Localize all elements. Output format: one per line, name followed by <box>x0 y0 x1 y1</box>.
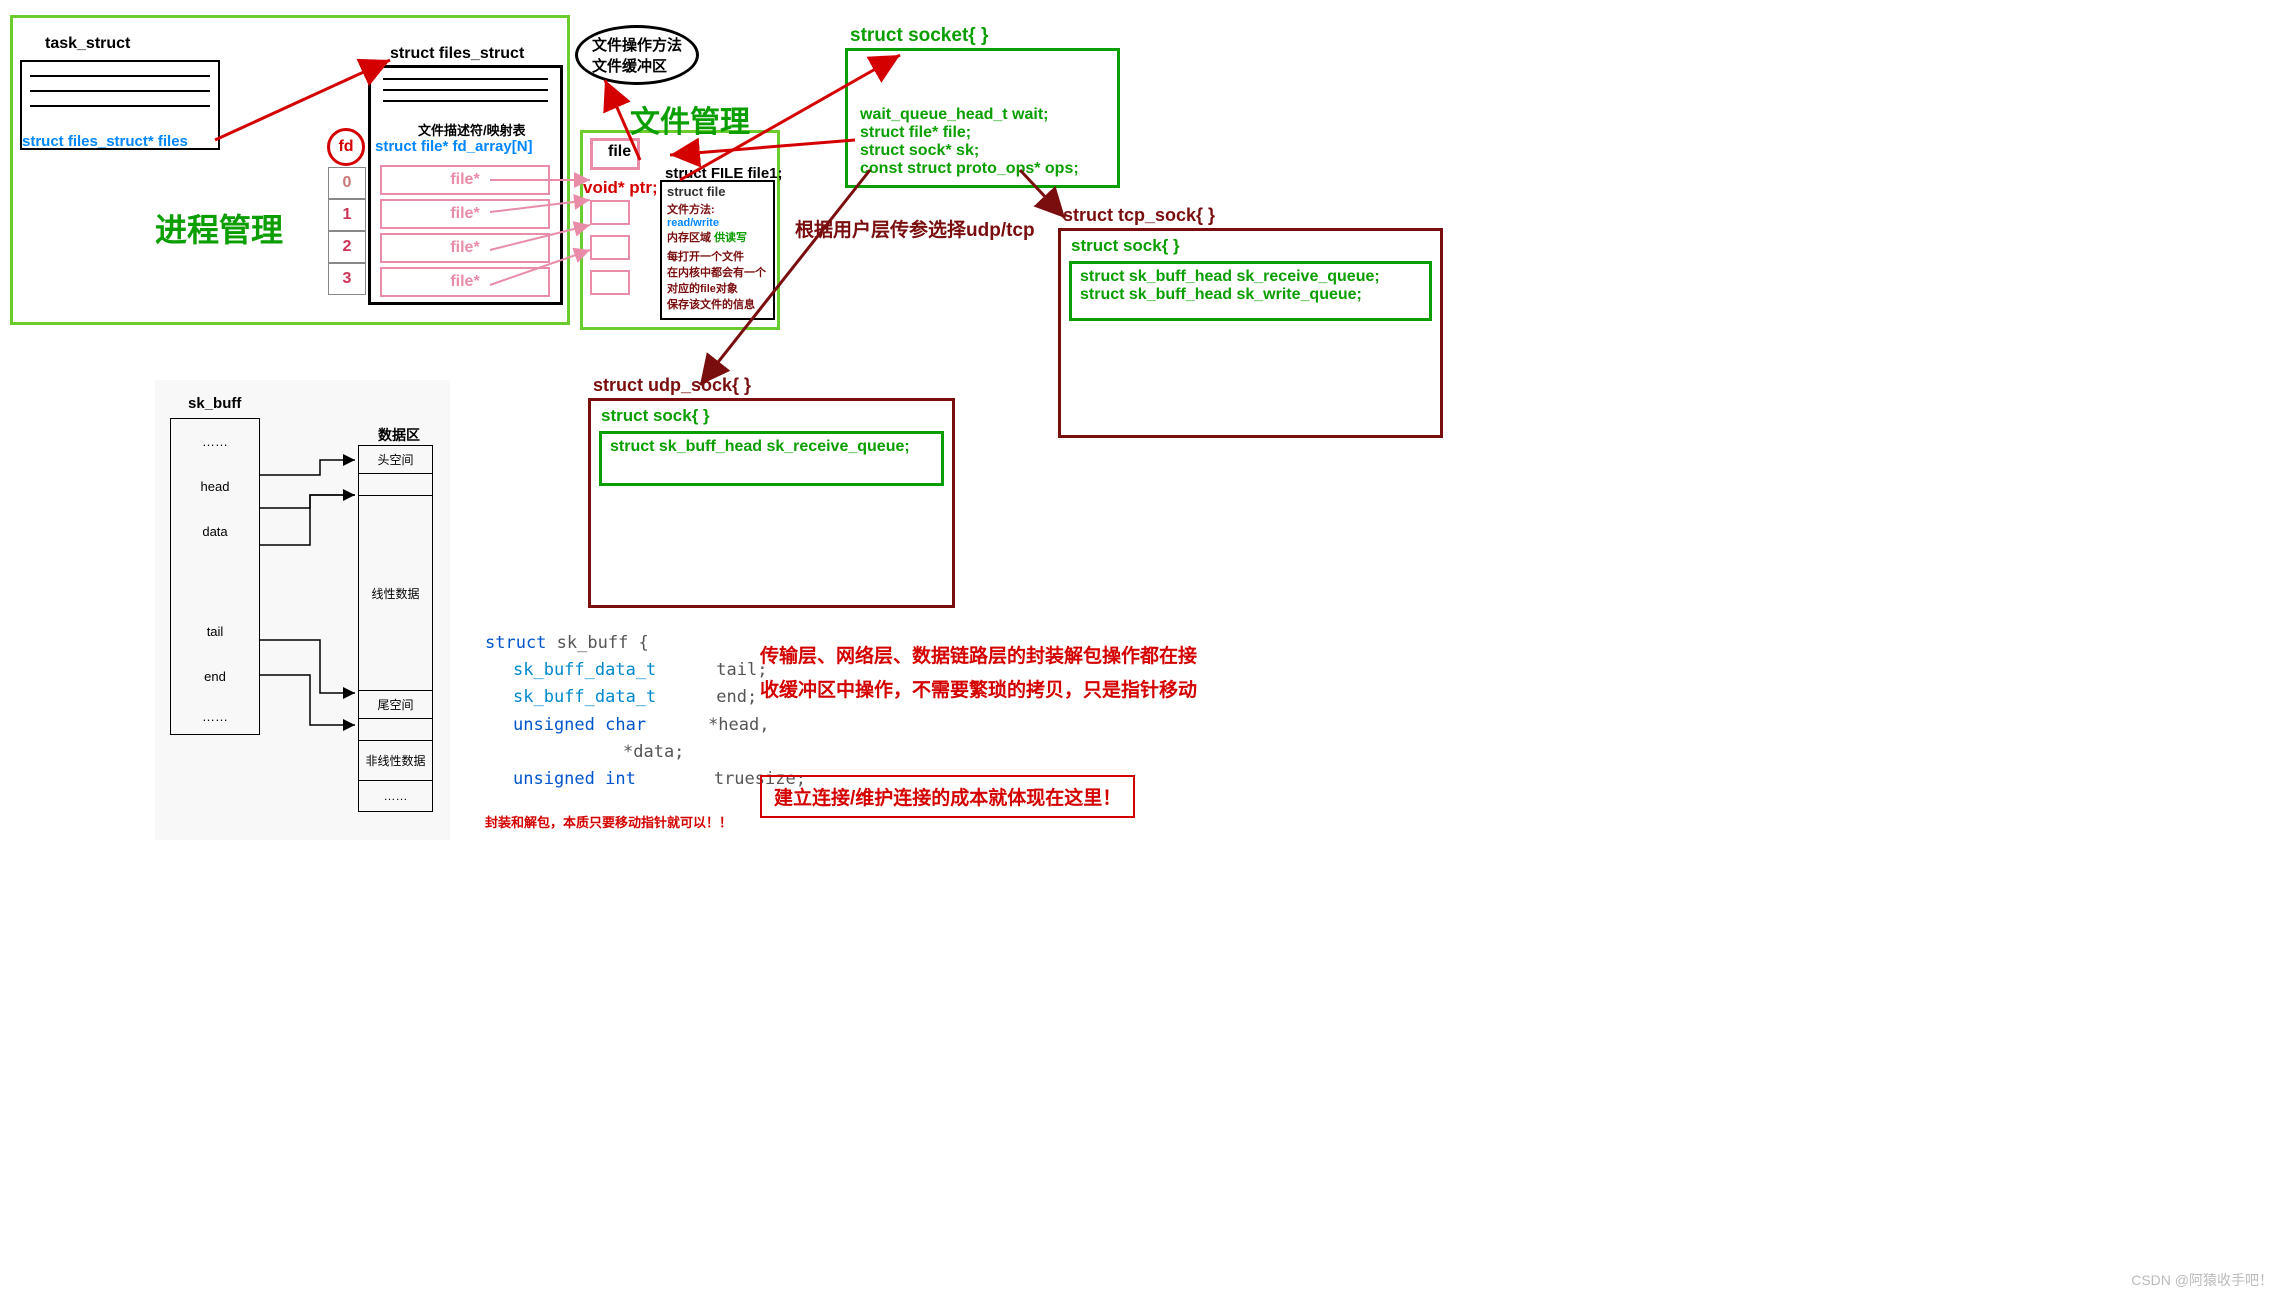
skbuff-row: …… <box>171 699 259 734</box>
bubble-oval: 文件操作方法 文件缓冲区 <box>575 25 699 85</box>
small-box-2 <box>590 235 630 260</box>
fd-0: 0 <box>343 174 352 192</box>
cost-note: 建立连接/维护连接的成本就体现在这里！ <box>774 788 1121 809</box>
linear-data: 线性数据 <box>359 496 432 691</box>
files-struct-ptr: struct files_struct* files <box>22 133 188 150</box>
skbuff-row-data: data <box>171 509 259 554</box>
files-struct-label: struct files_struct <box>390 45 524 63</box>
select-note: 根据用户层传参选择udp/tcp <box>795 215 1035 242</box>
file-ptr: file* <box>450 273 479 291</box>
layer-note: 传输层、网络层、数据链路层的封装解包操作都在接 收缓冲区中操作，不需要繁琐的拷贝… <box>760 640 1197 708</box>
task-struct-label: task_struct <box>45 35 130 53</box>
socket-l4: const struct proto_ops* ops; <box>860 160 1105 178</box>
skbuff-label: sk_buff <box>188 395 241 412</box>
info-l2: 在内核中都会有一个 <box>662 264 773 280</box>
methods-label: 文件方法: <box>667 204 715 216</box>
socket-l2: struct file* file; <box>860 124 1105 142</box>
fd-2: 2 <box>343 238 352 256</box>
tcp-l2: struct sk_buff_head sk_write_queue; <box>1080 286 1421 304</box>
udp-sock-label: struct sock{ } <box>591 401 952 431</box>
tcp-sock-label: struct sock{ } <box>1061 231 1440 261</box>
layer-note-l2: 收缓冲区中操作，不需要繁琐的拷贝，只是指针移动 <box>760 674 1197 708</box>
struct-file-label: struct file <box>662 182 773 201</box>
code-snippet: struct sk_buff { sk_buff_data_ttail; sk_… <box>485 630 806 793</box>
bubble-l1: 文件操作方法 <box>592 34 682 55</box>
socket-l3: struct sock* sk; <box>860 142 1105 160</box>
void-ptr: void* ptr; <box>583 178 658 198</box>
file-ptr: file* <box>450 171 479 189</box>
fd-numbers: 0 1 2 3 <box>328 167 366 295</box>
bubble-l2: 文件缓冲区 <box>592 55 682 76</box>
fd-3: 3 <box>343 270 352 288</box>
tcp-l1: struct sk_buff_head sk_receive_queue; <box>1080 268 1421 286</box>
skbuff-row-head: head <box>171 464 259 509</box>
udp-title: struct udp_sock{ } <box>593 375 751 396</box>
file-ptr-rows: file* file* file* file* <box>380 165 550 297</box>
fd-circle-icon: fd <box>327 128 365 166</box>
socket-title: struct socket{ } <box>850 25 988 47</box>
fd-1: 1 <box>343 206 352 224</box>
code-kw: struct <box>485 633 546 653</box>
data-area-title: 数据区 <box>378 425 420 445</box>
buffer-label: 内存区域 <box>667 232 711 244</box>
code-t: sk_buff { <box>546 633 648 653</box>
code-type: sk_buff_data_t <box>513 687 656 707</box>
skbuff-row-tail: tail <box>171 609 259 654</box>
socket-l1: wait_queue_head_t wait; <box>860 106 1105 124</box>
nonlinear-data: 非线性数据 <box>359 741 432 781</box>
tcp-box: struct sock{ } struct sk_buff_head sk_re… <box>1058 228 1443 438</box>
methods-val: read/write <box>667 217 719 229</box>
skbuff-rows: …… head data tail end …… <box>170 418 260 735</box>
code-kw: unsigned char <box>513 715 646 735</box>
file-ptr: file* <box>450 205 479 223</box>
fd-label: fd <box>338 138 353 156</box>
code-t: *head, <box>708 715 769 735</box>
fd-array-decl: struct file* fd_array[N] <box>375 138 533 155</box>
packing-note: 封装和解包，本质只要移动指针就可以！！ <box>485 812 732 831</box>
data-area-box: 头空间 线性数据 尾空间 非线性数据 …… <box>358 445 433 812</box>
info-l4: 保存该文件的信息 <box>662 296 773 312</box>
dots: …… <box>359 781 432 811</box>
head-space: 头空间 <box>359 446 432 474</box>
process-mgmt-title: 进程管理 <box>155 205 283 251</box>
udp-l1: struct sk_buff_head sk_receive_queue; <box>610 438 933 456</box>
file-ptr: file* <box>450 239 479 257</box>
skbuff-row-end: end <box>171 654 259 699</box>
info-l3: 对应的file对象 <box>662 280 773 296</box>
fd-table-title: 文件描述符/映射表 <box>418 120 526 139</box>
socket-box: wait_queue_head_t wait; struct file* fil… <box>845 48 1120 188</box>
udp-box: struct sock{ } struct sk_buff_head sk_re… <box>588 398 955 608</box>
code-kw: unsigned int <box>513 769 636 789</box>
tcp-title: struct tcp_sock{ } <box>1063 205 1215 226</box>
layer-note-l1: 传输层、网络层、数据链路层的封装解包操作都在接 <box>760 640 1197 674</box>
file-mgmt-title: 文件管理 <box>630 97 750 141</box>
file-label: file <box>608 143 631 161</box>
tail-space: 尾空间 <box>359 691 432 719</box>
skbuff-row: …… <box>171 419 259 464</box>
code-type: sk_buff_data_t <box>513 660 656 680</box>
cost-note-box: 建立连接/维护连接的成本就体现在这里！ <box>760 775 1135 818</box>
file1-box: struct file 文件方法: read/write 内存区域 供读写 每打… <box>660 180 775 320</box>
watermark: CSDN @阿猿收手吧！ <box>2131 1270 2273 1290</box>
small-box-3 <box>590 270 630 295</box>
small-box-1 <box>590 200 630 225</box>
info-l1: 每打开一个文件 <box>662 245 773 264</box>
code-t: end; <box>716 687 757 707</box>
code-t: *data; <box>623 742 684 762</box>
buffer-val: 供读写 <box>714 232 747 244</box>
